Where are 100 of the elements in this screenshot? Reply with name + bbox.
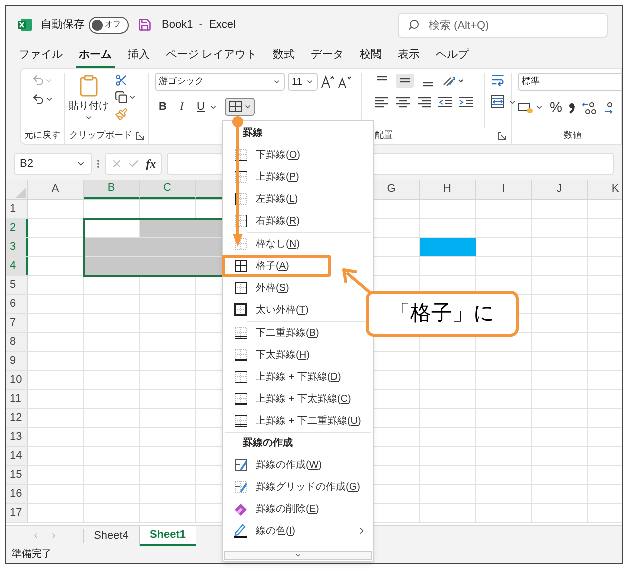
row-header[interactable]: 11: [6, 390, 28, 408]
menu-item[interactable]: 上罫線 + 下罫線(D): [222, 366, 352, 388]
decrease-indent-icon[interactable]: [437, 96, 453, 110]
accounting-format-icon[interactable]: [518, 100, 534, 114]
percent-style[interactable]: %: [550, 97, 562, 118]
menu-item[interactable]: 枠なし(N): [222, 233, 311, 255]
borders-button[interactable]: [225, 98, 255, 116]
row-header[interactable]: 8: [6, 333, 28, 351]
row-header[interactable]: 17: [6, 504, 28, 522]
merge-cells-icon[interactable]: [491, 95, 505, 109]
align-center-icon[interactable]: [395, 96, 411, 110]
ribbon-tab[interactable]: ヘルプ: [433, 44, 472, 68]
ribbon-tab[interactable]: データ: [308, 44, 348, 68]
scissors-icon[interactable]: [115, 74, 128, 87]
row-header[interactable]: 5: [6, 276, 28, 294]
filled-cell[interactable]: [84, 257, 140, 275]
ribbon-tab[interactable]: ファイル: [16, 44, 66, 68]
row-header[interactable]: 3: [6, 238, 28, 256]
border-icon: [234, 259, 248, 273]
name-box[interactable]: B2: [14, 153, 92, 175]
copy-icon[interactable]: [115, 91, 128, 104]
column-header[interactable]: B: [84, 180, 140, 199]
eraser-icon: [234, 502, 248, 516]
paste-button[interactable]: 貼り付け: [69, 73, 109, 128]
menu-item[interactable]: 下罫線(O): [222, 144, 312, 166]
row-header[interactable]: 13: [6, 428, 28, 446]
font-style-button[interactable]: I: [176, 98, 188, 116]
row-header[interactable]: 1: [6, 200, 28, 218]
menu-item[interactable]: 罫線の削除(E): [222, 498, 330, 520]
row-header[interactable]: 7: [6, 314, 28, 332]
insert-function-button[interactable]: fx: [146, 155, 156, 173]
increase-decimal-icon[interactable]: [582, 100, 598, 114]
ribbon-tab[interactable]: ページ レイアウト: [163, 44, 260, 68]
menu-item[interactable]: 上罫線(P): [222, 166, 310, 188]
menu-item[interactable]: 右罫線(R): [222, 210, 311, 232]
column-header[interactable]: H: [420, 180, 476, 199]
filled-cell[interactable]: [420, 238, 476, 256]
grid-icon: [228, 101, 242, 113]
comma-style-icon[interactable]: [568, 100, 576, 114]
ribbon-tab[interactable]: 校閲: [357, 44, 386, 68]
menu-item[interactable]: 線の色(I): [222, 520, 306, 542]
pencil-grid-lines-icon: [234, 480, 248, 494]
filled-cell[interactable]: [140, 219, 196, 237]
save-icon[interactable]: [138, 18, 152, 32]
status-text: 準備完了: [12, 548, 52, 562]
menu-item[interactable]: 左罫線(L): [222, 188, 310, 210]
caret-icon: [244, 103, 252, 111]
search-field[interactable]: 検索 (Alt+Q): [398, 13, 608, 38]
column-header[interactable]: J: [532, 180, 588, 199]
increase-font-size-icon[interactable]: [321, 75, 335, 89]
row-header[interactable]: 16: [6, 485, 28, 503]
menu-item[interactable]: 罫線グリッドの作成(G): [222, 476, 372, 498]
font-style-button[interactable]: B: [157, 98, 169, 116]
row-header[interactable]: 12: [6, 409, 28, 427]
caret-icon: [273, 78, 281, 86]
column-header[interactable]: K: [588, 180, 622, 199]
dialog-launcher-icon[interactable]: [136, 132, 144, 140]
window-title: Book1 - Excel: [162, 18, 236, 33]
group-label: クリップボード: [70, 129, 132, 142]
row-header[interactable]: 6: [6, 295, 28, 313]
menu-item[interactable]: 罫線の作成(W): [222, 454, 334, 476]
font-name-select[interactable]: 游ゴシック: [155, 73, 285, 91]
row-header[interactable]: 10: [6, 371, 28, 389]
align-left-icon[interactable]: [374, 96, 390, 110]
menu-item[interactable]: 外枠(S): [222, 277, 300, 299]
menu-item[interactable]: 下二重罫線(B): [222, 322, 330, 344]
ribbon-tab[interactable]: 表示: [395, 44, 424, 68]
column-header[interactable]: I: [476, 180, 532, 199]
column-header[interactable]: C: [140, 180, 196, 199]
menu-item[interactable]: 上罫線 + 下太罫線(C): [222, 388, 362, 410]
border-icon: [234, 392, 248, 406]
border-icon: [234, 281, 248, 295]
border-icon: [234, 192, 248, 206]
drag-handle-icon[interactable]: [97, 159, 100, 169]
group-label: 元に戻す: [24, 129, 60, 142]
decrease-font-size-icon[interactable]: [338, 75, 352, 89]
autosave-toggle[interactable]: オフ: [89, 16, 129, 34]
sheet-tab[interactable]: Sheet1: [140, 526, 196, 546]
row-header[interactable]: 15: [6, 466, 28, 484]
row-header[interactable]: 2: [6, 219, 28, 237]
menu-item[interactable]: 太い外枠(T): [222, 299, 320, 321]
ribbon-tab[interactable]: 挿入: [125, 44, 153, 68]
ribbon-tab[interactable]: 数式: [270, 44, 298, 68]
menu-item[interactable]: 上罫線 + 下二重罫線(U): [222, 410, 372, 432]
menu-item[interactable]: 格子(A): [222, 255, 331, 277]
number-format-select[interactable]: 標準: [518, 73, 621, 91]
row-header[interactable]: 9: [6, 352, 28, 370]
filled-cell[interactable]: [84, 238, 140, 256]
font-size-select[interactable]: 11: [288, 73, 318, 91]
font-style-button[interactable]: U: [195, 98, 207, 116]
row-header[interactable]: 14: [6, 447, 28, 465]
menu-item[interactable]: 下太罫線(H): [222, 344, 321, 366]
row-header[interactable]: 4: [6, 257, 28, 275]
border-icon: [234, 370, 248, 384]
align-right-icon[interactable]: [416, 96, 432, 110]
border-icon: [234, 148, 248, 162]
redo-icon[interactable]: [32, 93, 44, 106]
increase-indent-icon[interactable]: [458, 96, 474, 110]
wrap-text-icon[interactable]: [491, 73, 505, 87]
dialog-launcher-icon[interactable]: [498, 132, 506, 140]
